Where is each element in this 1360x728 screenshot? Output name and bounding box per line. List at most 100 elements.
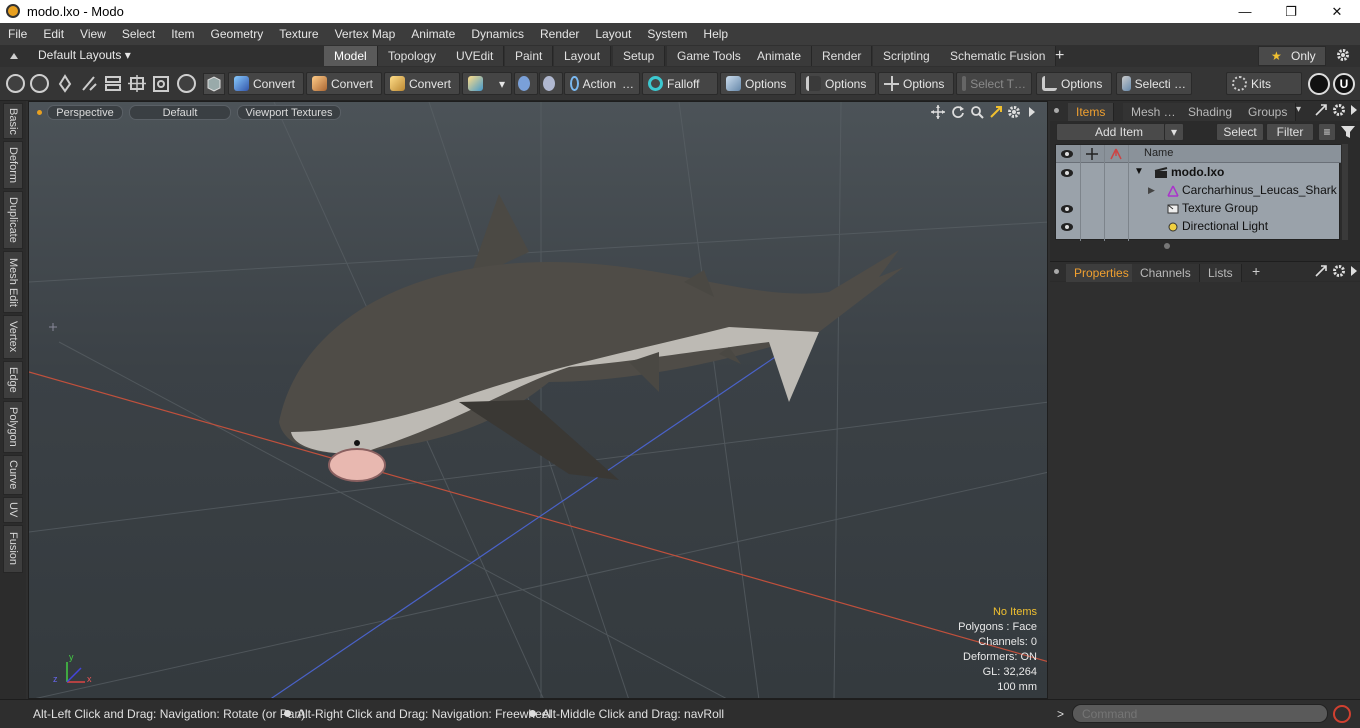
tab-paint[interactable]: Paint bbox=[505, 46, 554, 66]
minimize-button[interactable]: — bbox=[1222, 0, 1268, 23]
tab-scripting[interactable]: Scripting bbox=[873, 46, 941, 66]
tab-render[interactable]: Render bbox=[812, 46, 873, 66]
vtab-deform[interactable]: Deform bbox=[3, 141, 23, 189]
command-input[interactable] bbox=[1072, 704, 1328, 723]
add-tab-button[interactable]: + bbox=[1055, 47, 1064, 65]
symmetry-button[interactable] bbox=[514, 72, 538, 95]
menu-vertex-map[interactable]: Vertex Map bbox=[327, 23, 404, 45]
menu-help[interactable]: Help bbox=[695, 23, 736, 45]
list-options-icon[interactable]: ≡ bbox=[1318, 123, 1336, 141]
viewport-scene[interactable] bbox=[29, 102, 1048, 699]
gear-icon[interactable] bbox=[1336, 48, 1350, 62]
layout-selector[interactable]: Default Layouts ▾ bbox=[38, 48, 131, 62]
panel-expand-icon[interactable] bbox=[1314, 103, 1328, 117]
panel-menu-arrow-icon[interactable] bbox=[1350, 265, 1358, 277]
panel-gear-icon[interactable] bbox=[1332, 264, 1346, 278]
panel-menu-arrow-icon[interactable] bbox=[1350, 104, 1358, 116]
vertices-mode-icon[interactable] bbox=[6, 74, 25, 93]
snapping-options-button[interactable]: Options bbox=[800, 72, 876, 95]
menu-item[interactable]: Item bbox=[163, 23, 202, 45]
shading-mode-button[interactable]: Default bbox=[129, 105, 231, 120]
tab-shading[interactable]: Shading bbox=[1180, 103, 1242, 121]
splitter-handle[interactable] bbox=[1164, 243, 1170, 249]
visibility-column-icon[interactable] bbox=[1060, 148, 1074, 160]
brush-tool-icon[interactable] bbox=[80, 74, 98, 93]
expand-triangle-icon[interactable]: ▼ bbox=[1134, 163, 1144, 181]
unity-icon[interactable] bbox=[1308, 73, 1330, 95]
menu-file[interactable]: File bbox=[0, 23, 35, 45]
select-options-button[interactable]: Options bbox=[1036, 72, 1112, 95]
expand-arrow-icon[interactable]: ▶ bbox=[1148, 181, 1155, 199]
polygons-mode-icon[interactable] bbox=[177, 74, 196, 93]
center-mode-icon[interactable] bbox=[152, 74, 170, 93]
list-item[interactable]: ▼ modo.lxo bbox=[1056, 163, 1341, 181]
kits-button[interactable]: Kits bbox=[1226, 72, 1302, 95]
falloff-options-button[interactable]: Options bbox=[720, 72, 796, 95]
tab-mesh[interactable]: Mesh … bbox=[1123, 103, 1185, 121]
convert-button-2[interactable]: Convert bbox=[306, 72, 382, 95]
vtab-polygon[interactable]: Polygon bbox=[3, 401, 23, 453]
close-button[interactable]: ✕ bbox=[1314, 0, 1360, 23]
pivot-mode-icon[interactable] bbox=[128, 74, 146, 93]
vtab-vertex[interactable]: Vertex bbox=[3, 315, 23, 359]
menu-animate[interactable]: Animate bbox=[403, 23, 463, 45]
panel-gear-icon[interactable] bbox=[1332, 103, 1346, 117]
workplane-button[interactable] bbox=[539, 72, 563, 95]
falloff-button[interactable]: Falloff bbox=[642, 72, 718, 95]
visibility-eye-icon[interactable] bbox=[1060, 166, 1074, 178]
list-item[interactable]: Texture Group bbox=[1056, 199, 1341, 217]
funnel-icon[interactable] bbox=[1340, 124, 1356, 140]
visibility-eye-icon[interactable] bbox=[1060, 202, 1074, 214]
tab-uvedit[interactable]: UVEdit bbox=[446, 46, 505, 66]
select-button[interactable]: Select bbox=[1216, 123, 1264, 141]
tab-items[interactable]: Items bbox=[1068, 103, 1115, 121]
list-item[interactable]: Directional Light bbox=[1056, 217, 1341, 235]
tab-schematic-fusion[interactable]: Schematic Fusion bbox=[940, 46, 1057, 66]
menu-dynamics[interactable]: Dynamics bbox=[463, 23, 532, 45]
convert-button-1[interactable]: Convert bbox=[228, 72, 304, 95]
tab-setup[interactable]: Setup bbox=[613, 46, 666, 66]
visibility-eye-icon[interactable] bbox=[1060, 220, 1074, 232]
viewport-textures-button[interactable]: Viewport Textures bbox=[237, 105, 341, 120]
3d-viewport[interactable]: Perspective Default Viewport Textures y … bbox=[28, 101, 1048, 699]
record-macro-icon[interactable] bbox=[1333, 705, 1351, 723]
vtab-basic[interactable]: Basic bbox=[3, 103, 23, 139]
viewport-menu-arrow-icon[interactable] bbox=[1027, 105, 1037, 119]
viewport-gear-icon[interactable] bbox=[1007, 105, 1021, 119]
unreal-icon[interactable]: U bbox=[1333, 73, 1355, 95]
vtab-duplicate[interactable]: Duplicate bbox=[3, 191, 23, 249]
mesh-dropdown[interactable]: ▾ bbox=[462, 72, 512, 95]
menu-geometry[interactable]: Geometry bbox=[203, 23, 272, 45]
item-list-scrollbar[interactable] bbox=[1342, 144, 1348, 240]
rotate-view-icon[interactable] bbox=[951, 105, 965, 119]
tabs-overflow-icon[interactable]: ▾ bbox=[1296, 104, 1301, 115]
only-toggle[interactable]: ★ Only bbox=[1258, 46, 1326, 66]
edges-mode-icon[interactable] bbox=[30, 74, 49, 93]
maximize-button[interactable]: ❐ bbox=[1268, 0, 1314, 23]
menu-texture[interactable]: Texture bbox=[271, 23, 326, 45]
tab-model[interactable]: Model bbox=[324, 46, 378, 66]
vtab-edge[interactable]: Edge bbox=[3, 361, 23, 399]
menu-render[interactable]: Render bbox=[532, 23, 587, 45]
tab-game-tools[interactable]: Game Tools bbox=[667, 46, 752, 66]
panel-expand-icon[interactable] bbox=[1314, 264, 1328, 278]
menu-edit[interactable]: Edit bbox=[35, 23, 72, 45]
tab-groups[interactable]: Groups bbox=[1240, 103, 1297, 121]
menu-select[interactable]: Select bbox=[114, 23, 163, 45]
tab-topology[interactable]: Topology bbox=[378, 46, 448, 66]
vtab-curve[interactable]: Curve bbox=[3, 455, 23, 495]
add-item-dropdown[interactable]: ▾ bbox=[1164, 123, 1184, 141]
workplane-options-button[interactable]: Options bbox=[878, 72, 954, 95]
tab-properties[interactable]: Properties bbox=[1066, 264, 1138, 282]
name-column-header[interactable]: Name bbox=[1144, 147, 1173, 159]
filter-button[interactable]: Filter bbox=[1266, 123, 1314, 141]
convert-button-3[interactable]: Convert bbox=[384, 72, 460, 95]
tab-lists[interactable]: Lists bbox=[1200, 264, 1242, 282]
vtab-uv[interactable]: UV bbox=[3, 497, 23, 523]
lock-column-icon[interactable] bbox=[1085, 148, 1099, 160]
view-type-button[interactable]: Perspective bbox=[47, 105, 123, 120]
selection-sets-button[interactable]: Selecti … bbox=[1116, 72, 1192, 95]
select-through-button[interactable]: Select T… bbox=[956, 72, 1032, 95]
vtab-mesh-edit[interactable]: Mesh Edit bbox=[3, 251, 23, 313]
menu-system[interactable]: System bbox=[639, 23, 695, 45]
